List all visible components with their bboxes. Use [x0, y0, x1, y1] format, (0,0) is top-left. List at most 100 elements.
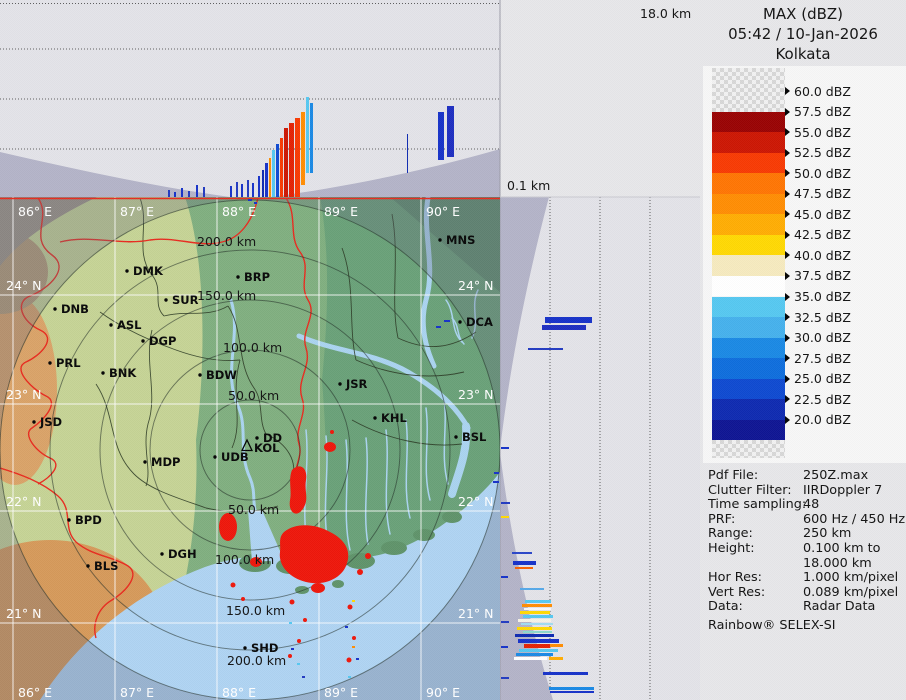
info-label: PRF: — [708, 512, 735, 527]
info-value: 18.000 km — [803, 556, 872, 571]
station-dot — [198, 373, 201, 376]
range-ring-label: 50.0 km — [228, 388, 279, 403]
arrow-icon — [785, 416, 790, 424]
color-scale-value: 20.0 dBZ — [794, 412, 851, 427]
station-dot — [101, 371, 104, 374]
station-label-BRP: BRP — [244, 270, 270, 284]
info-row: PRF:600 Hz / 450 Hz — [708, 512, 906, 527]
latitude-label: 24° N — [6, 278, 41, 293]
info-label: Height: — [708, 541, 755, 556]
color-scale-entry: 22.5 dBZ — [785, 391, 851, 407]
color-scale-entry: 25.0 dBZ — [785, 371, 851, 387]
station-label-MDP: MDP — [151, 455, 180, 469]
color-scale-entry: 57.5 dBZ — [785, 104, 851, 120]
color-scale-band — [712, 358, 785, 379]
station-label-BDW: BDW — [206, 368, 237, 382]
info-row: Data:Radar Data — [708, 599, 906, 614]
station-dot — [373, 416, 376, 419]
color-scale-band — [712, 338, 785, 359]
arrow-icon — [785, 313, 790, 321]
info-label: Clutter Filter: — [708, 483, 792, 498]
range-ring-label: 200.0 km — [197, 234, 256, 249]
color-scale-band — [712, 399, 785, 420]
station-dot — [164, 298, 167, 301]
station-label-UDB: UDB — [221, 450, 249, 464]
color-scale-entry: 27.5 dBZ — [785, 350, 851, 366]
station-dot — [32, 420, 35, 423]
color-scale-band — [712, 379, 785, 400]
arrow-icon — [785, 210, 790, 218]
info-label: Range: — [708, 526, 753, 541]
station-dot — [125, 269, 128, 272]
info-value: 250 km — [803, 526, 851, 541]
arrow-icon — [785, 354, 790, 362]
station-label-JSD: JSD — [39, 415, 62, 429]
info-label: Time sampling: — [708, 497, 806, 512]
color-scale-entry: 42.5 dBZ — [785, 227, 851, 243]
color-scale-value: 45.0 dBZ — [794, 207, 851, 222]
station-dot — [255, 436, 258, 439]
arrow-icon — [785, 128, 790, 136]
color-scale-entry: 35.0 dBZ — [785, 289, 851, 305]
color-scale-entry: 20.0 dBZ — [785, 412, 851, 428]
arrow-icon — [785, 108, 790, 116]
station-label-DCA: DCA — [466, 315, 493, 329]
station-label-PRL: PRL — [56, 356, 81, 370]
station-dot — [338, 382, 341, 385]
arrow-icon — [785, 169, 790, 177]
color-scale-value: 52.5 dBZ — [794, 145, 851, 160]
color-scale-band — [712, 317, 785, 338]
station-label-BSL: BSL — [462, 430, 487, 444]
color-scale-entry: 37.5 dBZ — [785, 268, 851, 284]
color-scale-band — [712, 297, 785, 318]
station-dot — [48, 361, 51, 364]
height-axis-min-label: 0.1 km — [507, 178, 550, 193]
station-dot — [438, 238, 441, 241]
color-scale-value: 37.5 dBZ — [794, 268, 851, 283]
height-axis-max-label: 18.0 km — [640, 6, 691, 21]
station-dot — [213, 455, 216, 458]
info-row: Pdf File:250Z.max — [708, 468, 906, 483]
radar-display-window: 86° E86° E87° E87° E88° E88° E89° E89° E… — [0, 0, 906, 700]
color-scale-value: 47.5 dBZ — [794, 186, 851, 201]
color-scale-value: 30.0 dBZ — [794, 330, 851, 345]
station-dot — [458, 320, 461, 323]
info-value: IIRDoppler 7 — [803, 483, 882, 498]
station-label-DGP: DGP — [149, 334, 176, 348]
color-scale-entry: 55.0 dBZ — [785, 124, 851, 140]
color-scale-value: 40.0 dBZ — [794, 248, 851, 263]
radar-site-label: KOL — [254, 441, 280, 455]
color-scale-band — [712, 255, 785, 276]
arrow-icon — [785, 149, 790, 157]
color-scale-band — [712, 420, 785, 441]
arrow-icon — [785, 272, 790, 280]
station-label-BNK: BNK — [109, 366, 137, 380]
longitude-label: 88° E — [222, 685, 256, 700]
station-dot — [53, 307, 56, 310]
color-scale-band — [712, 276, 785, 297]
station-label-DNB: DNB — [61, 302, 89, 316]
color-scale-band — [712, 132, 785, 153]
color-scale-band — [712, 194, 785, 215]
latitude-label: 21° N — [458, 606, 493, 621]
color-scale-entry: 50.0 dBZ — [785, 165, 851, 181]
longitude-label: 89° E — [324, 685, 358, 700]
arrow-icon — [785, 87, 790, 95]
longitude-label: 86° E — [18, 204, 52, 219]
info-row: Time sampling:48 — [708, 497, 906, 512]
color-scale-entry: 45.0 dBZ — [785, 206, 851, 222]
latitude-label: 22° N — [458, 494, 493, 509]
station-label-KHL: KHL — [381, 411, 408, 425]
arrow-icon — [785, 190, 790, 198]
arrow-icon — [785, 375, 790, 383]
range-ring-label: 50.0 km — [228, 502, 279, 517]
longitude-label: 87° E — [120, 204, 154, 219]
color-scale-value: 60.0 dBZ — [794, 84, 851, 99]
range-ring-label: 150.0 km — [197, 288, 256, 303]
color-scale-band — [712, 112, 785, 133]
color-scale-band — [712, 214, 785, 235]
info-value: 48 — [803, 497, 819, 512]
arrow-icon — [785, 251, 790, 259]
station-label-BPD: BPD — [75, 513, 102, 527]
range-ring-label: 100.0 km — [223, 340, 282, 355]
